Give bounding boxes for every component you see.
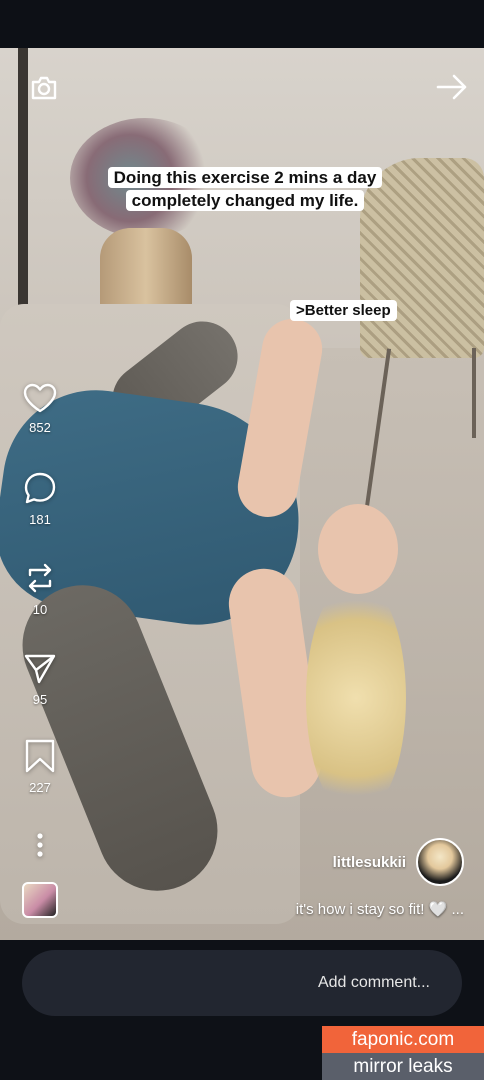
audio-thumbnail[interactable] (22, 882, 58, 918)
bookmark-icon (25, 739, 55, 773)
like-button[interactable]: 852 (14, 382, 66, 435)
heart-icon (23, 383, 57, 413)
bookmark-button[interactable]: 227 (14, 738, 66, 795)
more-vertical-icon (37, 833, 43, 857)
camera-icon[interactable] (28, 72, 60, 104)
comment-placeholder: Add comment... (317, 974, 430, 991)
scene-door-frame (18, 48, 28, 348)
reel-overlay-caption: Doing this exercise 2 mins a day complet… (80, 166, 410, 212)
repost-button[interactable]: 10 (14, 560, 66, 617)
comment-icon (24, 472, 56, 504)
comment-count: 181 (29, 512, 51, 527)
like-count: 852 (29, 420, 51, 435)
reel-video[interactable]: Doing this exercise 2 mins a day complet… (0, 48, 484, 940)
overlay-caption-line: completely changed my life. (125, 190, 365, 211)
repost-icon (28, 563, 52, 593)
overlay-sticker: >Better sleep (290, 300, 397, 321)
scene-figure-face (318, 504, 398, 594)
more-options-button[interactable] (14, 832, 66, 858)
author-username[interactable]: littlesukkii (333, 854, 406, 871)
author-row: littlesukkii (333, 838, 464, 886)
share-count: 95 (32, 692, 48, 707)
overlay-caption-line: Doing this exercise 2 mins a day (107, 167, 383, 188)
comment-input[interactable]: Add comment... (22, 950, 462, 1016)
repost-count: 10 (32, 602, 48, 617)
share-button[interactable]: 95 (14, 650, 66, 707)
post-caption[interactable]: it's how i stay so fit! 🤍 ... (296, 900, 464, 918)
comment-button[interactable]: 181 (14, 470, 66, 527)
arrow-right-icon[interactable] (434, 72, 470, 102)
avatar[interactable] (416, 838, 464, 886)
status-bar (0, 0, 484, 48)
watermark-site: faponic.com (322, 1026, 484, 1053)
scene-figure-hair (306, 578, 406, 818)
share-icon (24, 654, 56, 684)
scene-chair-leg (472, 348, 476, 438)
bookmark-count: 227 (29, 780, 51, 795)
watermark-tagline: mirror leaks (322, 1053, 484, 1080)
